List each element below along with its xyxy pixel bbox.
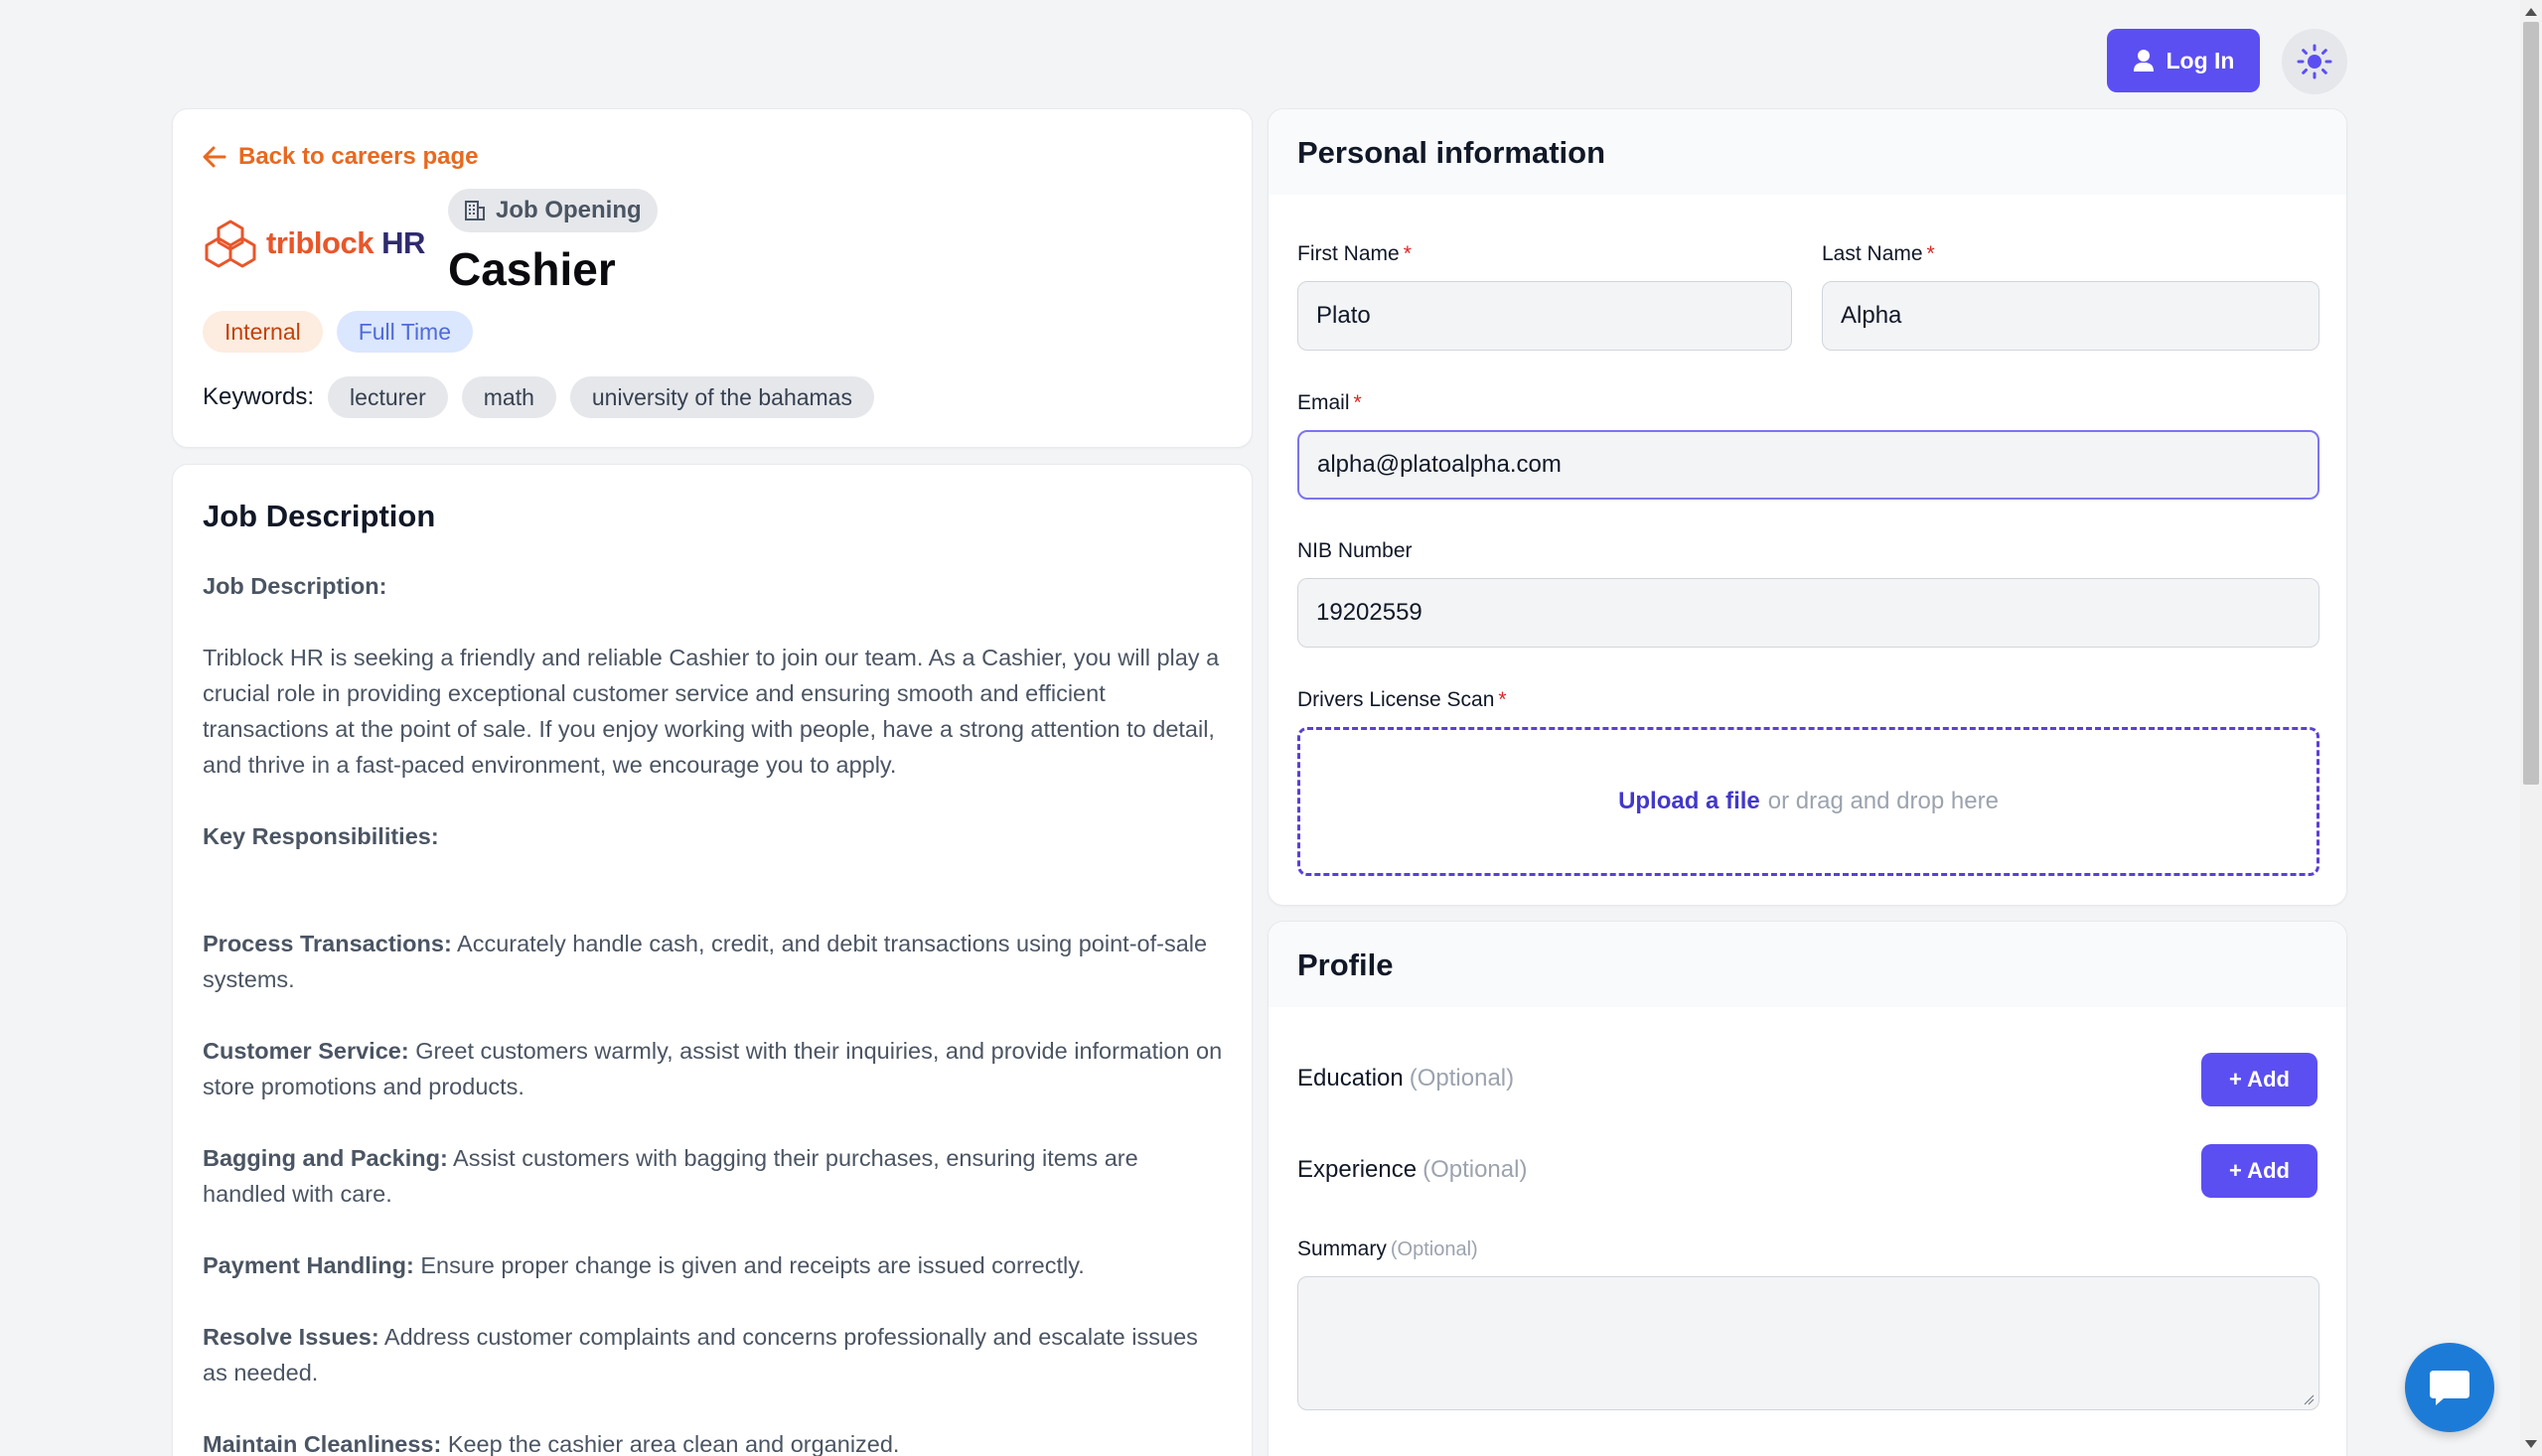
personal-information-card: Personal information First Name * Plato L… xyxy=(1268,108,2347,906)
education-label: Education (Optional) xyxy=(1297,1065,1515,1092)
description-subheading: Job Description: xyxy=(203,573,387,599)
company-logo-text: triblock HR xyxy=(266,225,425,260)
tag-internal: Internal xyxy=(203,311,323,353)
tag-full-time: Full Time xyxy=(336,311,474,353)
first-name-input[interactable]: Plato xyxy=(1297,281,1792,351)
job-tags: Internal Full Time xyxy=(203,311,474,353)
responsibility-item: Resolve Issues: Address customer complai… xyxy=(203,1324,1198,1385)
experience-label: Experience (Optional) xyxy=(1297,1156,1528,1183)
keyword-chip: math xyxy=(461,376,556,418)
job-description-heading: Job Description xyxy=(203,499,436,533)
nib-number-input[interactable]: 19202559 xyxy=(1297,578,2319,648)
keyword-chip: lecturer xyxy=(328,376,448,418)
responsibilities-heading: Key Responsibilities: xyxy=(203,823,439,849)
profile-heading: Profile xyxy=(1297,947,1394,982)
scrollbar-thumb[interactable] xyxy=(2523,22,2539,785)
job-title: Cashier xyxy=(448,243,616,295)
description-intro: Triblock HR is seeking a friendly and re… xyxy=(203,645,1220,778)
profile-header xyxy=(1269,922,2346,1007)
chat-button[interactable] xyxy=(2405,1343,2494,1432)
responsibility-item: Process Transactions: Accurately handle … xyxy=(203,931,1208,992)
resize-grip-icon[interactable] xyxy=(2303,1393,2315,1405)
login-button[interactable]: Log In xyxy=(2107,29,2260,92)
drivers-license-label: Drivers License Scan * xyxy=(1297,688,1507,711)
responsibility-item: Bagging and Packing: Assist customers wi… xyxy=(203,1145,1138,1207)
triblock-logo-icon xyxy=(205,219,256,268)
job-description-body: Job Description: Triblock HR is seeking … xyxy=(203,568,1226,1456)
user-icon xyxy=(2133,50,2154,72)
last-name-label: Last Name * xyxy=(1822,242,1935,265)
scroll-up-arrow[interactable] xyxy=(2525,8,2537,16)
theme-toggle-button[interactable] xyxy=(2282,29,2347,94)
company-logo: triblock HR xyxy=(203,218,425,268)
email-input[interactable]: alpha@platoalpha.com xyxy=(1297,430,2319,500)
job-description-card: Job Description Job Description: Tribloc… xyxy=(172,464,1253,1456)
drivers-license-dropzone[interactable]: Upload a file or drag and drop here xyxy=(1297,727,2319,876)
back-to-careers-link[interactable]: Back to careers page xyxy=(203,143,478,171)
sun-icon xyxy=(2297,44,2332,79)
page-scrollbar[interactable] xyxy=(2520,0,2542,1456)
back-link-label: Back to careers page xyxy=(238,143,479,170)
email-label: Email * xyxy=(1297,391,1362,414)
responsibility-item: Payment Handling: Ensure proper change i… xyxy=(203,1252,1085,1278)
upload-hint: or drag and drop here xyxy=(1767,788,1999,814)
responsibility-item: Maintain Cleanliness: Keep the cashier a… xyxy=(203,1431,900,1456)
summary-textarea[interactable] xyxy=(1297,1276,2319,1410)
page: Log In Back to careers page triblock HR … xyxy=(0,0,2542,1456)
arrow-left-icon xyxy=(203,146,226,168)
profile-card: Profile Education (Optional) + Add Experi… xyxy=(1268,921,2347,1456)
keywords-row: Keywords: lecturer math university of th… xyxy=(203,376,874,418)
responsibility-item: Customer Service: Greet customers warmly… xyxy=(203,1038,1223,1099)
summary-label: Summary (Optional) xyxy=(1297,1238,1478,1260)
nib-number-label: NIB Number xyxy=(1297,539,1413,562)
add-education-button[interactable]: + Add xyxy=(2201,1053,2318,1106)
upload-file-link[interactable]: Upload a file xyxy=(1618,788,1760,815)
add-experience-button[interactable]: + Add xyxy=(2201,1144,2318,1198)
job-header-card: Back to careers page triblock HR Job Ope… xyxy=(172,108,1253,448)
first-name-label: First Name * xyxy=(1297,242,1412,265)
personal-information-heading: Personal information xyxy=(1297,135,1606,170)
chat-bubble-icon xyxy=(2430,1371,2469,1405)
scroll-down-arrow[interactable] xyxy=(2525,1440,2537,1448)
last-name-input[interactable]: Alpha xyxy=(1822,281,2319,351)
keyword-chip: university of the bahamas xyxy=(569,376,874,418)
job-opening-label: Job Opening xyxy=(496,197,642,223)
job-opening-chip: Job Opening xyxy=(448,189,658,232)
keywords-label: Keywords: xyxy=(203,383,315,410)
login-label: Log In xyxy=(2166,47,2235,73)
building-icon xyxy=(465,201,485,220)
